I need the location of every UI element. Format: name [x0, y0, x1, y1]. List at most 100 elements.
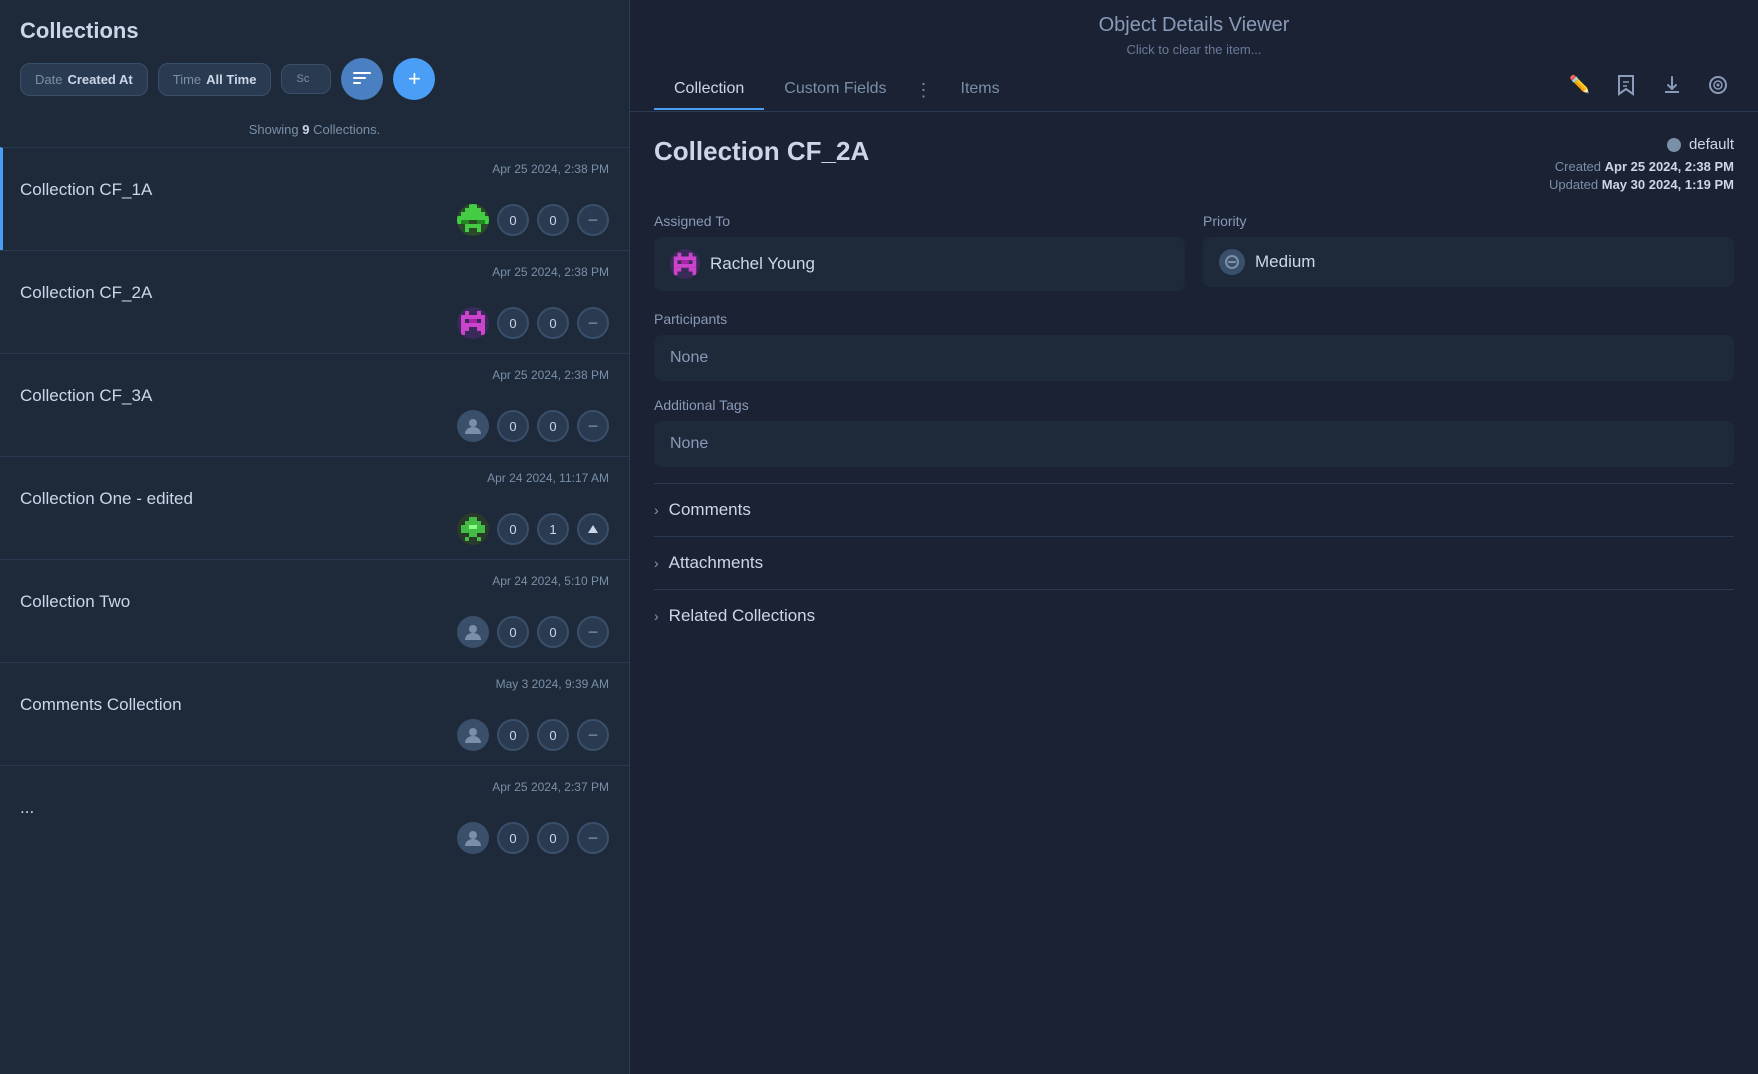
sort-filter-btn[interactable]: Sc	[281, 64, 331, 94]
item-icons: 0 0 −	[20, 616, 609, 648]
collection-name: Collection CF_1A	[20, 180, 152, 200]
add-icon: +	[408, 66, 421, 92]
action-badge[interactable]	[577, 513, 609, 545]
edit-icon[interactable]: ✏️	[1564, 69, 1596, 101]
item-row: Apr 25 2024, 2:38 PM Collection CF_2A	[20, 265, 609, 339]
chevron-right-icon: ›	[654, 502, 659, 518]
tabs-row: Collection Custom Fields ⋮ Items ✏️	[654, 69, 1734, 111]
collection-item[interactable]: Apr 25 2024, 2:37 PM ... 0 0 −	[0, 765, 629, 868]
created-meta: Created Apr 25 2024, 2:38 PM	[1549, 159, 1734, 174]
avatar-icon	[457, 719, 489, 751]
chevron-right-icon: ›	[654, 555, 659, 571]
left-panel: Collections Date Created At Time All Tim…	[0, 0, 630, 1074]
collapsible-section: › Related Collections	[654, 589, 1734, 642]
tags-value: None	[654, 421, 1734, 467]
collection-name: Collection One - edited	[20, 489, 193, 509]
collection-item[interactable]: Apr 25 2024, 2:38 PM Collection CF_3A 0 …	[0, 353, 629, 456]
collapsible-label: Attachments	[669, 553, 764, 573]
showing-count: Showing 9 Collections.	[0, 112, 629, 147]
action-badge[interactable]: −	[577, 719, 609, 751]
assigned-to-label: Assigned To	[654, 213, 1185, 229]
status-label: default	[1689, 136, 1734, 153]
counter-badge-1: 0	[497, 410, 529, 442]
collapsible-header[interactable]: › Related Collections	[654, 606, 1734, 626]
tab-collection[interactable]: Collection	[654, 70, 764, 110]
item-date: Apr 25 2024, 2:37 PM	[20, 780, 609, 794]
panel-title: Object Details Viewer	[1099, 14, 1290, 37]
priority-text: Medium	[1255, 252, 1315, 272]
collection-item[interactable]: Apr 24 2024, 11:17 AM Collection One - e…	[0, 456, 629, 559]
item-date: Apr 24 2024, 5:10 PM	[20, 574, 609, 588]
tab-more-button[interactable]: ⋮	[907, 70, 941, 111]
fields-grid: Assigned To	[654, 213, 1734, 291]
tab-custom-fields[interactable]: Custom Fields	[764, 70, 906, 110]
date-filter-value: Created At	[67, 72, 132, 87]
collections-title: Collections	[20, 18, 609, 44]
counter-badge-2: 0	[537, 616, 569, 648]
collection-name: Collection CF_2A	[20, 283, 152, 303]
tab-items[interactable]: Items	[941, 70, 1020, 110]
avatar-icon	[457, 204, 489, 236]
counter-badge-2: 0	[537, 307, 569, 339]
right-panel: Object Details Viewer Click to clear the…	[630, 0, 1758, 1074]
collapsible-section: › Comments	[654, 483, 1734, 536]
action-badge[interactable]: −	[577, 410, 609, 442]
filter-icon-button[interactable]	[341, 58, 383, 100]
collection-name: Collection Two	[20, 592, 130, 612]
priority-field: Priority Medium	[1203, 213, 1734, 291]
date-filter-btn[interactable]: Date Created At	[20, 63, 148, 96]
action-badge[interactable]: −	[577, 204, 609, 236]
item-icons: 0 0 −	[20, 307, 609, 339]
counter-badge-2: 0	[537, 822, 569, 854]
target-icon[interactable]	[1702, 69, 1734, 101]
priority-value: Medium	[1203, 237, 1734, 287]
counter-badge-1: 0	[497, 616, 529, 648]
filter-row: Date Created At Time All Time Sc +	[20, 58, 609, 100]
avatar-icon	[457, 822, 489, 854]
collapsible-label: Related Collections	[669, 606, 815, 626]
bookmark-icon[interactable]	[1610, 69, 1642, 101]
item-icons: 0 0 −	[20, 204, 609, 236]
tags-field: Additional Tags None	[654, 397, 1734, 467]
add-collection-button[interactable]: +	[393, 58, 435, 100]
collection-name: Comments Collection	[20, 695, 182, 715]
collection-item[interactable]: May 3 2024, 9:39 AM Comments Collection …	[0, 662, 629, 765]
assigned-avatar	[670, 249, 700, 279]
collection-list: Apr 25 2024, 2:38 PM Collection CF_1A	[0, 147, 629, 1074]
item-row: Apr 24 2024, 5:10 PM Collection Two 0 0 …	[20, 574, 609, 648]
item-icons: 0 0 −	[20, 822, 609, 854]
collection-item[interactable]: Apr 25 2024, 2:38 PM Collection CF_2A	[0, 250, 629, 353]
counter-badge-1: 0	[497, 513, 529, 545]
download-icon[interactable]	[1656, 69, 1688, 101]
item-date: Apr 25 2024, 2:38 PM	[20, 162, 609, 176]
right-header: Object Details Viewer Click to clear the…	[630, 0, 1758, 112]
collapsible-label: Comments	[669, 500, 751, 520]
time-filter-btn[interactable]: Time All Time	[158, 63, 272, 96]
counter-badge-2: 0	[537, 719, 569, 751]
item-date: Apr 24 2024, 11:17 AM	[20, 471, 609, 485]
action-badge[interactable]: −	[577, 822, 609, 854]
collection-name: Collection CF_3A	[20, 386, 152, 406]
action-badge[interactable]: −	[577, 616, 609, 648]
action-badge[interactable]: −	[577, 307, 609, 339]
status-badge: default	[1549, 136, 1734, 153]
item-row: Apr 24 2024, 11:17 AM Collection One - e…	[20, 471, 609, 545]
filter-icon	[353, 72, 371, 86]
collection-item[interactable]: Apr 25 2024, 2:38 PM Collection CF_1A	[0, 147, 629, 250]
assigned-to-value: Rachel Young	[654, 237, 1185, 291]
collapsible-header[interactable]: › Comments	[654, 500, 1734, 520]
assigned-to-name: Rachel Young	[710, 254, 815, 274]
object-name-row: Collection CF_2A default Created Apr 25 …	[654, 136, 1734, 195]
collapsible-header[interactable]: › Attachments	[654, 553, 1734, 573]
item-row: Apr 25 2024, 2:38 PM Collection CF_3A 0 …	[20, 368, 609, 442]
clear-hint[interactable]: Click to clear the item...	[1126, 42, 1261, 57]
collection-item[interactable]: Apr 24 2024, 5:10 PM Collection Two 0 0 …	[0, 559, 629, 662]
counter-badge-1: 0	[497, 719, 529, 751]
participants-value: None	[654, 335, 1734, 381]
counter-badge-2: 1	[537, 513, 569, 545]
counter-badge-1: 0	[497, 307, 529, 339]
item-icons: 0 0 −	[20, 410, 609, 442]
collection-name: ...	[20, 798, 34, 818]
item-icons: 0 1	[20, 513, 609, 545]
counter-badge-1: 0	[497, 822, 529, 854]
